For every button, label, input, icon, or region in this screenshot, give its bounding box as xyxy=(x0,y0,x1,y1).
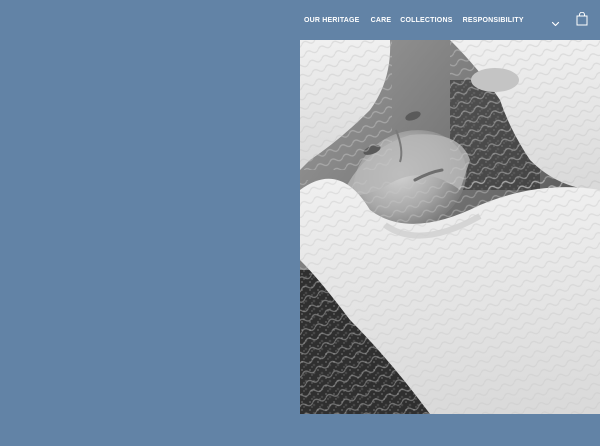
nav-collections[interactable]: COLLECTIONS xyxy=(400,17,452,24)
nav-care[interactable]: CARE xyxy=(371,17,392,24)
chevron-down-icon[interactable] xyxy=(551,15,560,27)
shopping-bag-icon[interactable] xyxy=(575,11,589,26)
main-navigation: OUR HERITAGE CARE COLLECTIONS RESPONSIBI… xyxy=(304,14,524,26)
hero-image xyxy=(300,40,600,414)
nav-responsibility[interactable]: RESPONSIBILITY xyxy=(463,17,524,24)
nav-our-heritage[interactable]: OUR HERITAGE xyxy=(304,17,360,24)
